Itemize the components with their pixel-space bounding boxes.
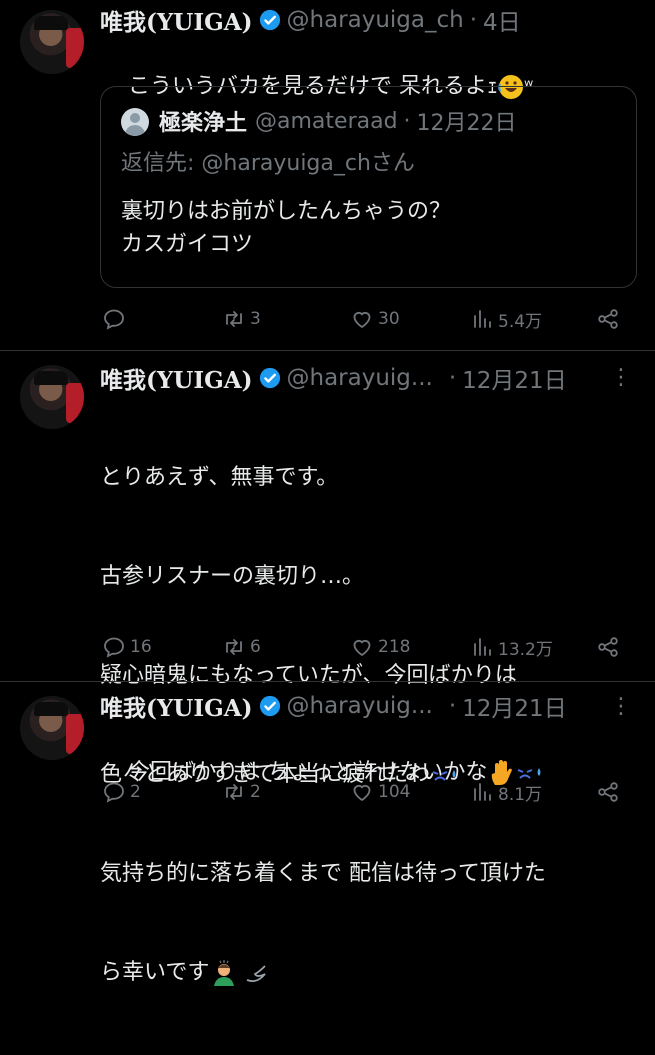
display-name[interactable]: 唯我(YUIGA) [100, 3, 253, 37]
action-bar: 16 6 218 13.2万 [100, 632, 635, 662]
tweet-header: 唯我(YUIGA) @harayuig... · 12月21日 [100, 689, 567, 723]
repost-button[interactable]: 3 [222, 304, 261, 334]
quoted-text: 裏切りはお前がしたんちゃうの？ カスガイコツ [121, 199, 452, 257]
action-bar: 3 30 5.4万 [100, 304, 635, 334]
quoted-tweet[interactable]: 極楽浄土 @amateraad · 12月22日 返信先: @harayuiga… [100, 86, 637, 288]
verified-icon [259, 9, 280, 31]
tweet-3[interactable]: 唯我(YUIGA) @harayuig... · 12月21日 ⋮ 今回ばかりは… [0, 682, 655, 817]
views-button[interactable]: 5.4万 [470, 304, 542, 334]
action-bar: 2 2 104 8.1万 [100, 777, 635, 807]
more-icon[interactable]: ⋮ [610, 365, 632, 390]
reply-button[interactable]: 16 [102, 632, 152, 662]
dash-emoji [247, 965, 267, 983]
avatar[interactable] [20, 10, 84, 74]
reply-count: 16 [130, 637, 152, 657]
repost-icon [226, 311, 242, 327]
repost-count: 3 [250, 309, 261, 329]
quoted-tweet-header: 極楽浄土 @amateraad · 12月22日 [159, 105, 517, 137]
handle[interactable]: @harayuiga_ch [287, 7, 464, 33]
like-icon [353, 311, 371, 329]
avatar[interactable] [121, 108, 149, 136]
share-button[interactable] [596, 632, 624, 662]
verified-icon [259, 695, 280, 717]
tweet-header: 唯我(YUIGA) @harayuig... · 12月21日 [100, 361, 567, 395]
views-icon [474, 310, 491, 328]
repost-icon [226, 639, 242, 655]
like-button[interactable]: 104 [350, 777, 410, 807]
handle[interactable]: @harayuig... [287, 693, 433, 719]
repost-count: 6 [250, 637, 261, 657]
verified-icon [259, 367, 280, 389]
like-icon [353, 784, 371, 802]
views-count: 5.4万 [498, 311, 543, 332]
reply-button[interactable] [102, 304, 130, 334]
reply-button[interactable]: 2 [102, 777, 141, 807]
timestamp[interactable]: 4日 [483, 3, 521, 37]
share-icon [598, 782, 618, 802]
reply-to-label: 返信先: @harayuiga_chさん [121, 151, 415, 176]
views-button[interactable]: 8.1万 [470, 777, 542, 807]
man-bowing-emoji [214, 960, 235, 986]
share-icon [598, 309, 618, 329]
like-button[interactable]: 218 [350, 632, 410, 662]
like-button[interactable]: 30 [350, 304, 400, 334]
quoted-timestamp: 12月22日 [416, 111, 517, 136]
reply-icon [104, 782, 124, 803]
separator: · [448, 693, 457, 719]
more-icon[interactable]: ⋮ [610, 694, 632, 719]
views-icon [474, 783, 491, 801]
timestamp[interactable]: 12月21日 [462, 689, 567, 723]
views-count: 8.1万 [498, 784, 543, 805]
views-count: 13.2万 [498, 639, 553, 660]
repost-button[interactable]: 2 [222, 777, 261, 807]
repost-button[interactable]: 6 [222, 632, 261, 662]
separator: · [403, 108, 411, 134]
share-icon [598, 637, 618, 657]
views-button[interactable]: 13.2万 [470, 632, 553, 662]
timestamp[interactable]: 12月21日 [462, 361, 567, 395]
like-count: 218 [378, 637, 411, 657]
like-count: 104 [378, 782, 411, 802]
tweet-2[interactable]: 唯我(YUIGA) @harayuig... · 12月21日 ⋮ とりあえず、… [0, 351, 655, 986]
repost-count: 2 [250, 782, 261, 802]
like-icon [353, 639, 371, 657]
avatar[interactable] [20, 365, 84, 429]
reply-icon [104, 637, 124, 658]
tweet-1[interactable]: 唯我(YUIGA) @harayuiga_ch · 4日 こういうバカを見るだけ… [0, 0, 655, 350]
separator: · [469, 7, 478, 33]
display-name[interactable]: 唯我(YUIGA) [100, 689, 253, 723]
avatar[interactable] [20, 696, 84, 760]
reply-icon [104, 309, 124, 330]
like-count: 30 [378, 309, 400, 329]
quoted-display-name: 極楽浄土 [159, 111, 248, 136]
quoted-handle: @amateraad [255, 108, 398, 134]
views-icon [474, 638, 491, 656]
tweet-header: 唯我(YUIGA) @harayuiga_ch · 4日 [100, 3, 521, 37]
share-button[interactable] [596, 304, 624, 334]
display-name[interactable]: 唯我(YUIGA) [100, 361, 253, 395]
repost-icon [226, 784, 242, 800]
reply-count: 2 [130, 782, 141, 802]
separator: · [448, 365, 457, 391]
handle[interactable]: @harayuig... [287, 365, 433, 391]
share-button[interactable] [596, 777, 624, 807]
